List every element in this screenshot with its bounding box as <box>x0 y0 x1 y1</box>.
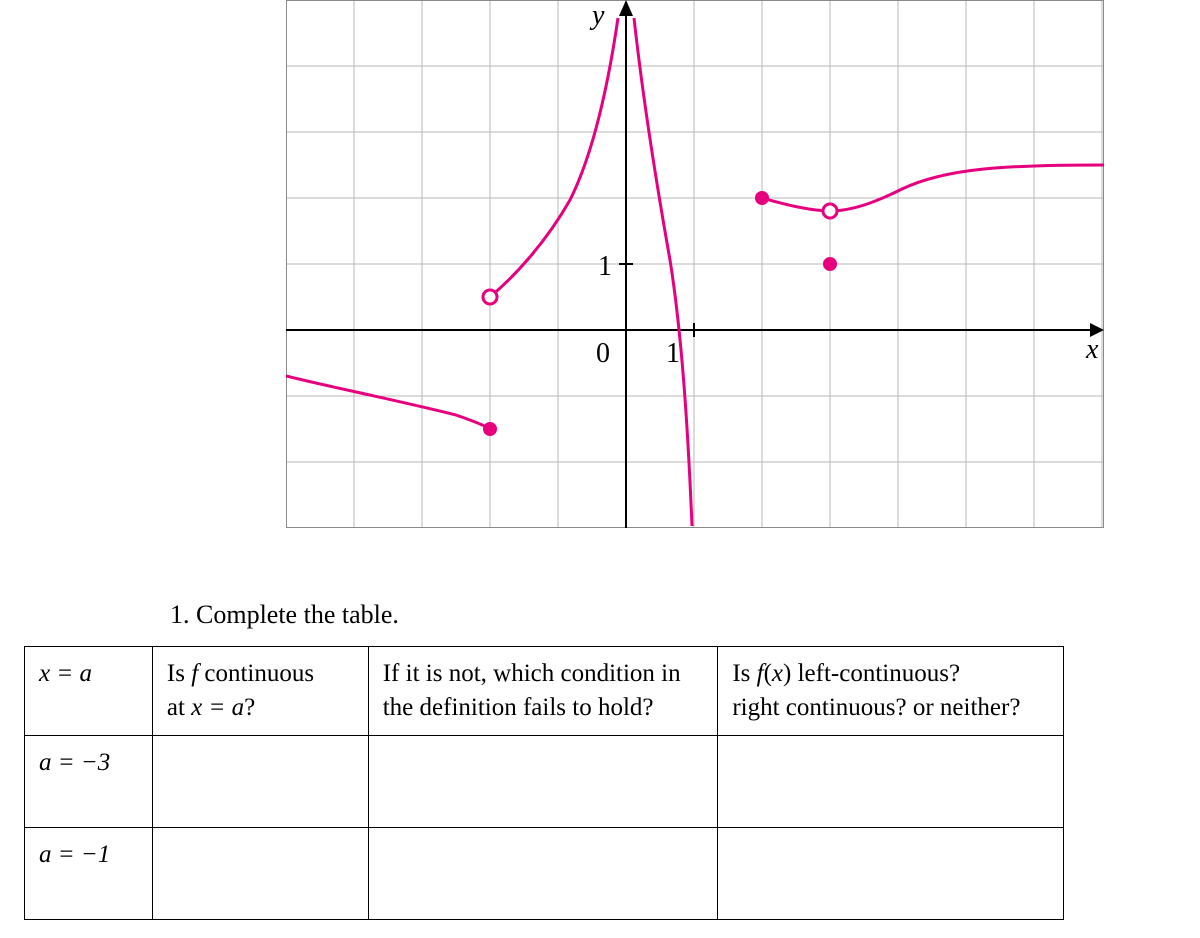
curves <box>286 18 1104 526</box>
y-axis-label: y <box>589 0 605 31</box>
row-a-minus3-cell-sided[interactable] <box>718 735 1064 827</box>
header-left-right: Is f(x) left-continuous? right continuou… <box>718 647 1064 736</box>
y-tick-1-label: 1 <box>598 251 612 282</box>
continuity-table: x = a Is f continuous at x = a? If it is… <box>24 646 1064 920</box>
x-tick-1-label: 1 <box>666 338 680 369</box>
row-a-minus3-label: a = −3 <box>25 735 153 827</box>
header-is-continuous: Is f continuous at x = a? <box>152 647 368 736</box>
graph-svg: y x 1 0 1 <box>286 0 1104 528</box>
row-a-minus1-cell-sided[interactable] <box>718 827 1064 919</box>
row-a-minus1-label: a = −1 <box>25 827 153 919</box>
origin-label: 0 <box>596 338 610 369</box>
header-x-equals-a: x = a <box>25 647 153 736</box>
row-a-minus3-cell-continuous[interactable] <box>152 735 368 827</box>
header-which-condition: If it is not, which condition in the def… <box>368 647 718 736</box>
row-a-minus1-cell-condition[interactable] <box>368 827 718 919</box>
table-row: a = −3 <box>25 735 1064 827</box>
row-a-minus1-cell-continuous[interactable] <box>152 827 368 919</box>
question-prompt: 1. Complete the table. <box>170 600 399 630</box>
grid <box>286 0 1104 528</box>
page: y x 1 0 1 1. Complete the table. x = a I… <box>0 0 1200 938</box>
row-a-minus3-cell-condition[interactable] <box>368 735 718 827</box>
table-header-row: x = a Is f continuous at x = a? If it is… <box>25 647 1064 736</box>
graph: y x 1 0 1 <box>286 0 1104 528</box>
x-axis-label: x <box>1085 334 1099 365</box>
endpoints <box>483 192 837 435</box>
y-axis-arrow-icon <box>619 0 633 16</box>
table-row: a = −1 <box>25 827 1064 919</box>
